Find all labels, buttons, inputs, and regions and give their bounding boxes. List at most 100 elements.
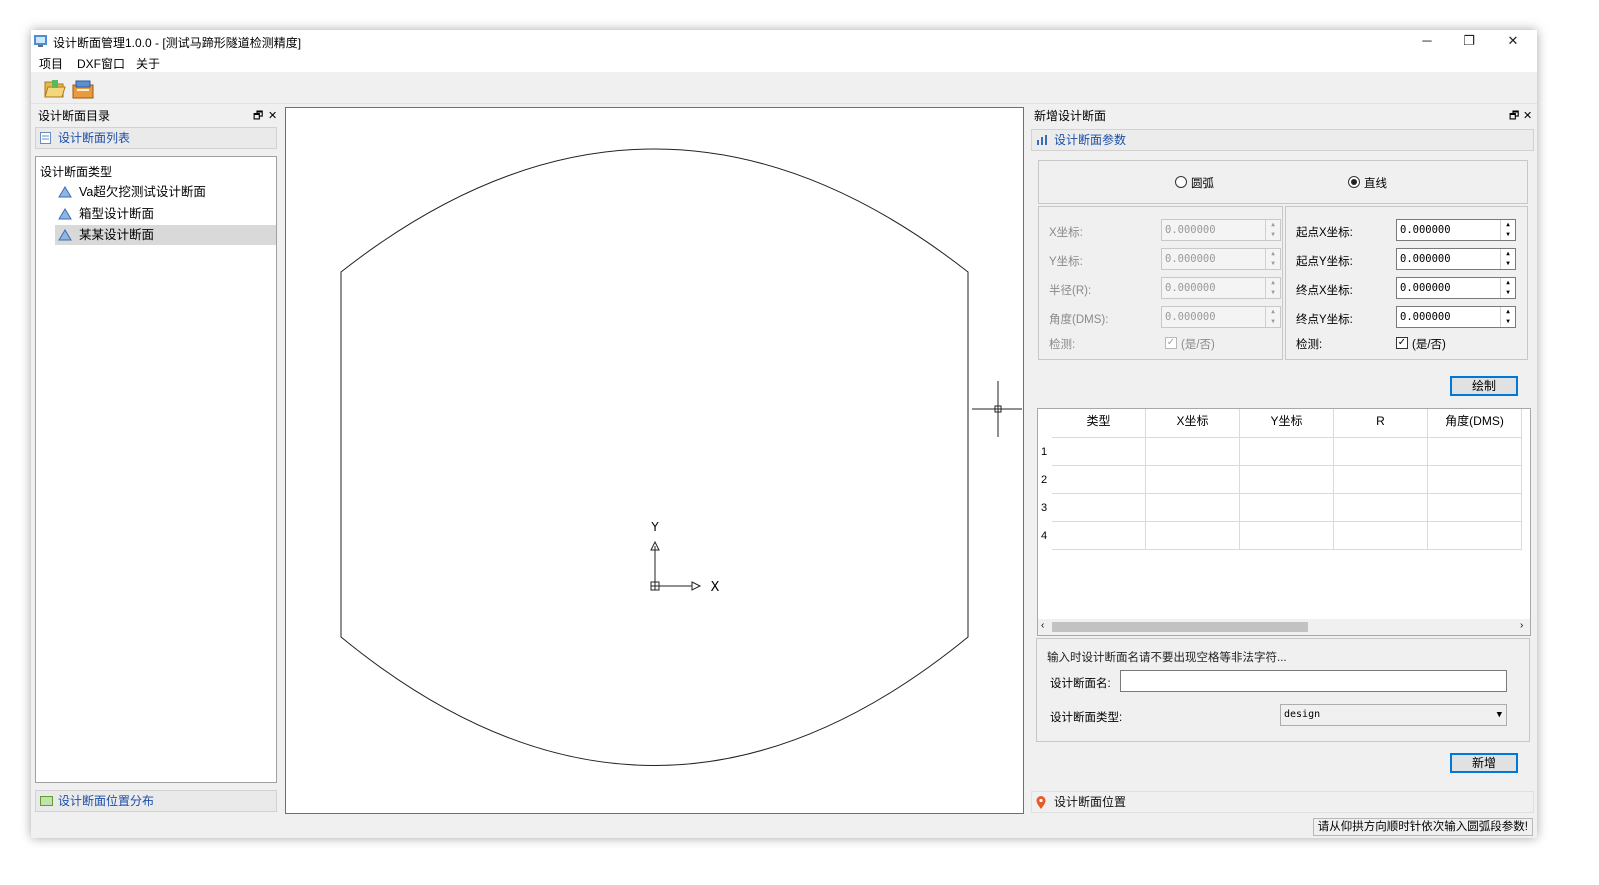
tree-item-va[interactable]: Va超欠挖测试设计断面 xyxy=(55,182,276,202)
section-drawing: Y X xyxy=(340,148,1022,766)
tree-item-selected[interactable]: 某某设计断面 xyxy=(55,225,276,245)
arc-params-frame: X坐标: 0.000000 ▲ ▼ Y坐标: 0.000000 ▲ ▼ 半径(R): 0… xyxy=(1038,206,1283,360)
right-panel-header: 新增设计断面 🗗 ✕ xyxy=(1031,108,1537,124)
row-header: 2 xyxy=(1041,474,1048,486)
position-distribution-label: 设计断面位置分布 xyxy=(58,794,155,808)
restore-button[interactable]: ❐ xyxy=(1447,30,1491,52)
scroll-right-icon[interactable]: › xyxy=(1520,620,1523,631)
draw-button[interactable]: 绘制 xyxy=(1450,376,1518,396)
line-check-text: (是/否) xyxy=(1412,339,1446,351)
col-y[interactable]: Y坐标 xyxy=(1240,409,1334,438)
app-window: 设计断面管理1.0.0 - [测试马蹄形隧道检测精度] ─ ❐ ✕ 项目 DXF… xyxy=(31,30,1537,838)
toolbar xyxy=(31,74,1537,104)
menu-dxf-window[interactable]: DXF窗口 xyxy=(77,55,125,72)
arc-check-text: (是/否) xyxy=(1181,339,1215,351)
type-label: 设计断面类型: xyxy=(1050,712,1123,724)
section-type-select[interactable]: design ▼ xyxy=(1280,704,1507,726)
left-panel-title: 设计断面目录 xyxy=(38,109,111,123)
panel-close-icon[interactable]: ✕ xyxy=(268,108,277,124)
row-header: 1 xyxy=(1041,446,1048,458)
chart-icon xyxy=(1037,135,1047,145)
menu-about[interactable]: 关于 xyxy=(136,55,160,72)
arc-check-label: 检测: xyxy=(1049,339,1076,351)
position-distribution-group[interactable]: 设计断面位置分布 xyxy=(35,790,277,812)
radio-line-label: 直线 xyxy=(1364,178,1387,190)
design-tree: 设计断面类型 Va超欠挖测试设计断面 箱型设计断面 某某设计断面 xyxy=(35,156,277,783)
arc-y-input: 0.000000 ▲ ▼ xyxy=(1161,248,1281,270)
section-icon xyxy=(58,186,72,198)
end-y-label: 终点Y坐标: xyxy=(1296,314,1353,326)
right-panel-title: 新增设计断面 xyxy=(1034,109,1107,123)
import-icon[interactable] xyxy=(71,78,95,100)
section-position-group[interactable]: 设计断面位置 xyxy=(1031,791,1534,813)
segments-table[interactable]: 类型 X坐标 Y坐标 R 角度(DMS) 1 2 3 4 ‹ › xyxy=(1037,408,1531,636)
tree-item-label: Va超欠挖测试设计断面 xyxy=(79,185,206,199)
list-icon xyxy=(40,132,51,144)
status-message: 请从仰拱方向顺时针依次输入圆弧段参数! xyxy=(1312,818,1533,836)
tree-item-label: 某某设计断面 xyxy=(79,228,155,242)
end-x-input[interactable]: 0.000000 ▲ ▼ xyxy=(1396,277,1516,299)
drawing-canvas[interactable]: Y X xyxy=(285,107,1024,814)
col-x[interactable]: X坐标 xyxy=(1146,409,1240,438)
radio-arc-label: 圆弧 xyxy=(1191,178,1214,190)
arc-radius-label: 半径(R): xyxy=(1049,285,1092,297)
col-angle[interactable]: 角度(DMS) xyxy=(1428,409,1522,438)
section-name-input[interactable] xyxy=(1120,670,1507,692)
input-hint: 输入时设计断面名请不要出现空格等非法字符... xyxy=(1047,652,1287,664)
start-x-input[interactable]: 0.000000 ▲ ▼ xyxy=(1396,219,1516,241)
name-form-frame: 输入时设计断面名请不要出现空格等非法字符... 设计断面名: 设计断面类型: d… xyxy=(1036,638,1530,742)
minimize-button[interactable]: ─ xyxy=(1405,30,1449,52)
scroll-thumb[interactable] xyxy=(1052,622,1308,632)
arc-angle-label: 角度(DMS): xyxy=(1049,314,1109,326)
arc-x-input: 0.000000 ▲ ▼ xyxy=(1161,219,1281,241)
arc-check-checkbox: ✓ xyxy=(1165,337,1177,349)
map-icon xyxy=(40,796,53,806)
tree-item-box[interactable]: 箱型设计断面 xyxy=(55,204,276,224)
left-panel-header: 设计断面目录 🗗 ✕ xyxy=(35,108,279,124)
arc-radius-input: 0.000000 ▲ ▼ xyxy=(1161,277,1281,299)
line-check-label: 检测: xyxy=(1296,339,1323,351)
pin-icon[interactable]: 🗗 xyxy=(253,108,263,124)
radio-line[interactable] xyxy=(1348,176,1360,188)
col-r[interactable]: R xyxy=(1334,409,1428,438)
name-label: 设计断面名: xyxy=(1050,678,1111,690)
end-y-input[interactable]: 0.000000 ▲ ▼ xyxy=(1396,306,1516,328)
line-params-frame: 起点X坐标: 0.000000 ▲ ▼ 起点Y坐标: 0.000000 ▲ ▼ 终点X坐… xyxy=(1285,206,1528,360)
design-list-group[interactable]: 设计断面列表 xyxy=(35,127,277,149)
start-y-input[interactable]: 0.000000 ▲ ▼ xyxy=(1396,248,1516,270)
arc-x-label: X坐标: xyxy=(1049,227,1083,239)
horizontal-scrollbar[interactable]: ‹ › xyxy=(1038,619,1530,635)
window-title: 设计断面管理1.0.0 - [测试马蹄形隧道检测精度] xyxy=(53,36,302,50)
line-check-checkbox[interactable]: ✓ xyxy=(1396,337,1408,349)
col-type[interactable]: 类型 xyxy=(1052,409,1146,438)
menu-bar: 项目 DXF窗口 关于 xyxy=(31,52,1537,72)
params-group[interactable]: 设计断面参数 xyxy=(1031,129,1534,151)
start-x-label: 起点X坐标: xyxy=(1296,227,1353,239)
panel-close-icon[interactable]: ✕ xyxy=(1523,108,1532,124)
add-button[interactable]: 新增 xyxy=(1450,753,1518,773)
tree-root[interactable]: 设计断面类型 xyxy=(40,163,112,180)
x-axis-label: X xyxy=(711,580,720,595)
app-icon xyxy=(34,35,47,47)
arc-y-label: Y坐标: xyxy=(1049,256,1083,268)
start-y-label: 起点Y坐标: xyxy=(1296,256,1353,268)
radio-arc[interactable] xyxy=(1175,176,1187,188)
open-project-icon[interactable] xyxy=(43,78,67,100)
status-bar: 请从仰拱方向顺时针依次输入圆弧段参数! xyxy=(31,816,1537,838)
y-axis-label: Y xyxy=(650,520,659,534)
location-pin-icon xyxy=(1036,796,1046,809)
design-list-label: 设计断面列表 xyxy=(58,131,131,145)
row-header: 3 xyxy=(1041,502,1048,514)
section-icon xyxy=(58,229,72,241)
section-position-label: 设计断面位置 xyxy=(1054,795,1127,809)
scroll-left-icon[interactable]: ‹ xyxy=(1041,620,1044,631)
menu-project[interactable]: 项目 xyxy=(39,55,63,72)
params-label: 设计断面参数 xyxy=(1054,133,1127,147)
mode-frame: 圆弧 直线 xyxy=(1038,160,1528,204)
chevron-down-icon: ▼ xyxy=(1496,710,1502,720)
section-icon xyxy=(58,208,72,220)
arc-angle-input: 0.000000 ▲ ▼ xyxy=(1161,306,1281,328)
pin-icon[interactable]: 🗗 xyxy=(1509,108,1519,124)
title-bar: 设计断面管理1.0.0 - [测试马蹄形隧道检测精度] ─ ❐ ✕ xyxy=(31,30,1537,52)
close-button[interactable]: ✕ xyxy=(1491,30,1535,52)
